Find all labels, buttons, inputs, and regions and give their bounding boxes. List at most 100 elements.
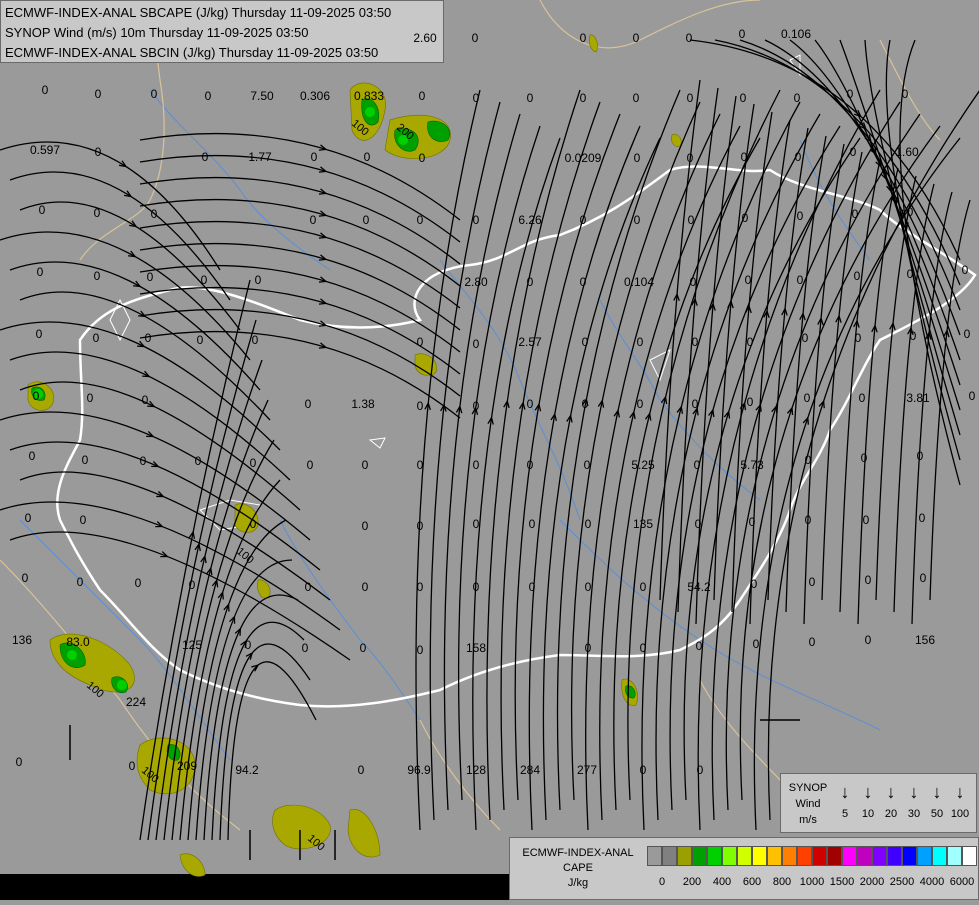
grid-value: 0 — [86, 391, 94, 405]
grid-value: 0 — [691, 397, 699, 411]
grid-value: 0 — [416, 335, 424, 349]
grid-value: 0.0209 — [564, 151, 602, 165]
grid-value: 0 — [691, 335, 699, 349]
grid-value: 0 — [846, 87, 854, 101]
streamline — [139, 154, 461, 243]
grid-value: 5.25 — [631, 458, 655, 472]
grid-value: 0 — [361, 519, 369, 533]
grid-value: 0.306 — [299, 89, 331, 103]
streamline — [731, 111, 773, 613]
grid-value: 0 — [361, 580, 369, 594]
grid-value: 0 — [750, 577, 758, 591]
grid-value: 0 — [579, 275, 587, 289]
cape-color-swatch — [947, 846, 962, 866]
grid-value: 0 — [906, 205, 914, 219]
grid-value: 0 — [79, 513, 87, 527]
grid-value: 0 — [24, 511, 32, 525]
cape-area-high — [365, 107, 375, 117]
grid-value: 0 — [309, 213, 317, 227]
grid-value: 0.833 — [353, 89, 385, 103]
cape-area-low — [179, 853, 206, 877]
cape-color-swatch — [782, 846, 797, 866]
grid-value: 0 — [632, 91, 640, 105]
grid-value: 1.60 — [895, 145, 919, 159]
grid-value: 284 — [519, 763, 541, 777]
streamline — [203, 594, 299, 841]
wind-arrow-icon: ↓ — [932, 782, 942, 802]
title-synop-wind: SYNOP Wind (m/s) 10m Thursday 11-09-2025… — [5, 25, 309, 40]
cape-scale-labels: 0 200 400 600 800 1000 1500 2000 2500 4000 6000 — [647, 876, 977, 890]
grid-value: 125 — [181, 638, 203, 652]
grid-value: 0 — [301, 641, 309, 655]
grid-value: 0 — [306, 458, 314, 472]
cape-color-swatch — [857, 846, 872, 866]
grid-value: 0 — [687, 213, 695, 227]
grid-value: 0 — [804, 453, 812, 467]
cape-area-low — [347, 809, 381, 858]
grid-value: 0 — [919, 571, 927, 585]
grid-value: 0 — [254, 273, 262, 287]
grid-value: 277 — [576, 763, 598, 777]
grid-value: 0 — [744, 273, 752, 287]
grid-value: 0 — [694, 517, 702, 531]
grid-value: 0 — [581, 397, 589, 411]
grid-value: 0 — [741, 211, 749, 225]
river-line — [279, 519, 421, 721]
grid-value: 0 — [93, 269, 101, 283]
grid-value: 1.38 — [351, 397, 375, 411]
grid-value: 0 — [528, 580, 536, 594]
grid-value: 0 — [584, 641, 592, 655]
grid-value: 0 — [803, 391, 811, 405]
grid-value: 0 — [201, 150, 209, 164]
grid-value: 0 — [416, 213, 424, 227]
grid-value: 0 — [41, 83, 49, 97]
cape-color-swatch — [917, 846, 932, 866]
grid-value: 0 — [93, 206, 101, 220]
grid-value: 0 — [851, 207, 859, 221]
grid-value: 0 — [793, 91, 801, 105]
cape-color-swatch — [932, 846, 947, 866]
grid-value: 0 — [901, 87, 909, 101]
grid-value: 0 — [304, 397, 312, 411]
grid-value: 0 — [862, 513, 870, 527]
grid-value: 0 — [416, 458, 424, 472]
streamline — [764, 39, 961, 336]
grid-value: 0 — [738, 27, 746, 41]
cape-color-swatch — [767, 846, 782, 866]
grid-value: 2.60 — [413, 31, 437, 45]
cape-area-low — [257, 579, 271, 599]
grid-value: 0 — [526, 397, 534, 411]
grid-value: 0 — [808, 575, 816, 589]
grid-value: 0 — [359, 641, 367, 655]
grid-value: 0 — [188, 578, 196, 592]
grid-value: 0 — [36, 265, 44, 279]
cape-color-swatch — [962, 846, 977, 866]
grid-value: 0 — [695, 639, 703, 653]
grid-value: 0 — [363, 150, 371, 164]
grid-value: 0 — [251, 333, 259, 347]
small-border-shape — [368, 437, 386, 449]
cape-area-high — [117, 680, 127, 690]
cape-scale-label: 2000 — [859, 876, 885, 888]
grid-value: 0 — [584, 580, 592, 594]
streamline — [767, 90, 979, 821]
cape-scale-label: 2500 — [889, 876, 915, 888]
grid-value: 0 — [794, 150, 802, 164]
cape-color-swatch — [692, 846, 707, 866]
cape-color-swatch — [707, 846, 722, 866]
grid-value: 1.77 — [248, 150, 272, 164]
grid-value: 0 — [81, 453, 89, 467]
wind-legend-30: ↓ 30 — [903, 780, 925, 820]
grid-value: 0 — [739, 91, 747, 105]
grid-value: 0 — [526, 275, 534, 289]
wind-legend-unit: m/s — [799, 814, 817, 826]
grid-value: 0 — [472, 580, 480, 594]
cape-color-swatch — [842, 846, 857, 866]
grid-value: 0 — [696, 763, 704, 777]
cape-color-swatch — [662, 846, 677, 866]
grid-value: 0 — [686, 91, 694, 105]
grid-value: 128 — [465, 763, 487, 777]
title-sbcape: ECMWF-INDEX-ANAL SBCAPE (J/kg) Thursday … — [5, 5, 392, 20]
cape-area-low — [671, 134, 682, 147]
streamline — [19, 471, 331, 601]
